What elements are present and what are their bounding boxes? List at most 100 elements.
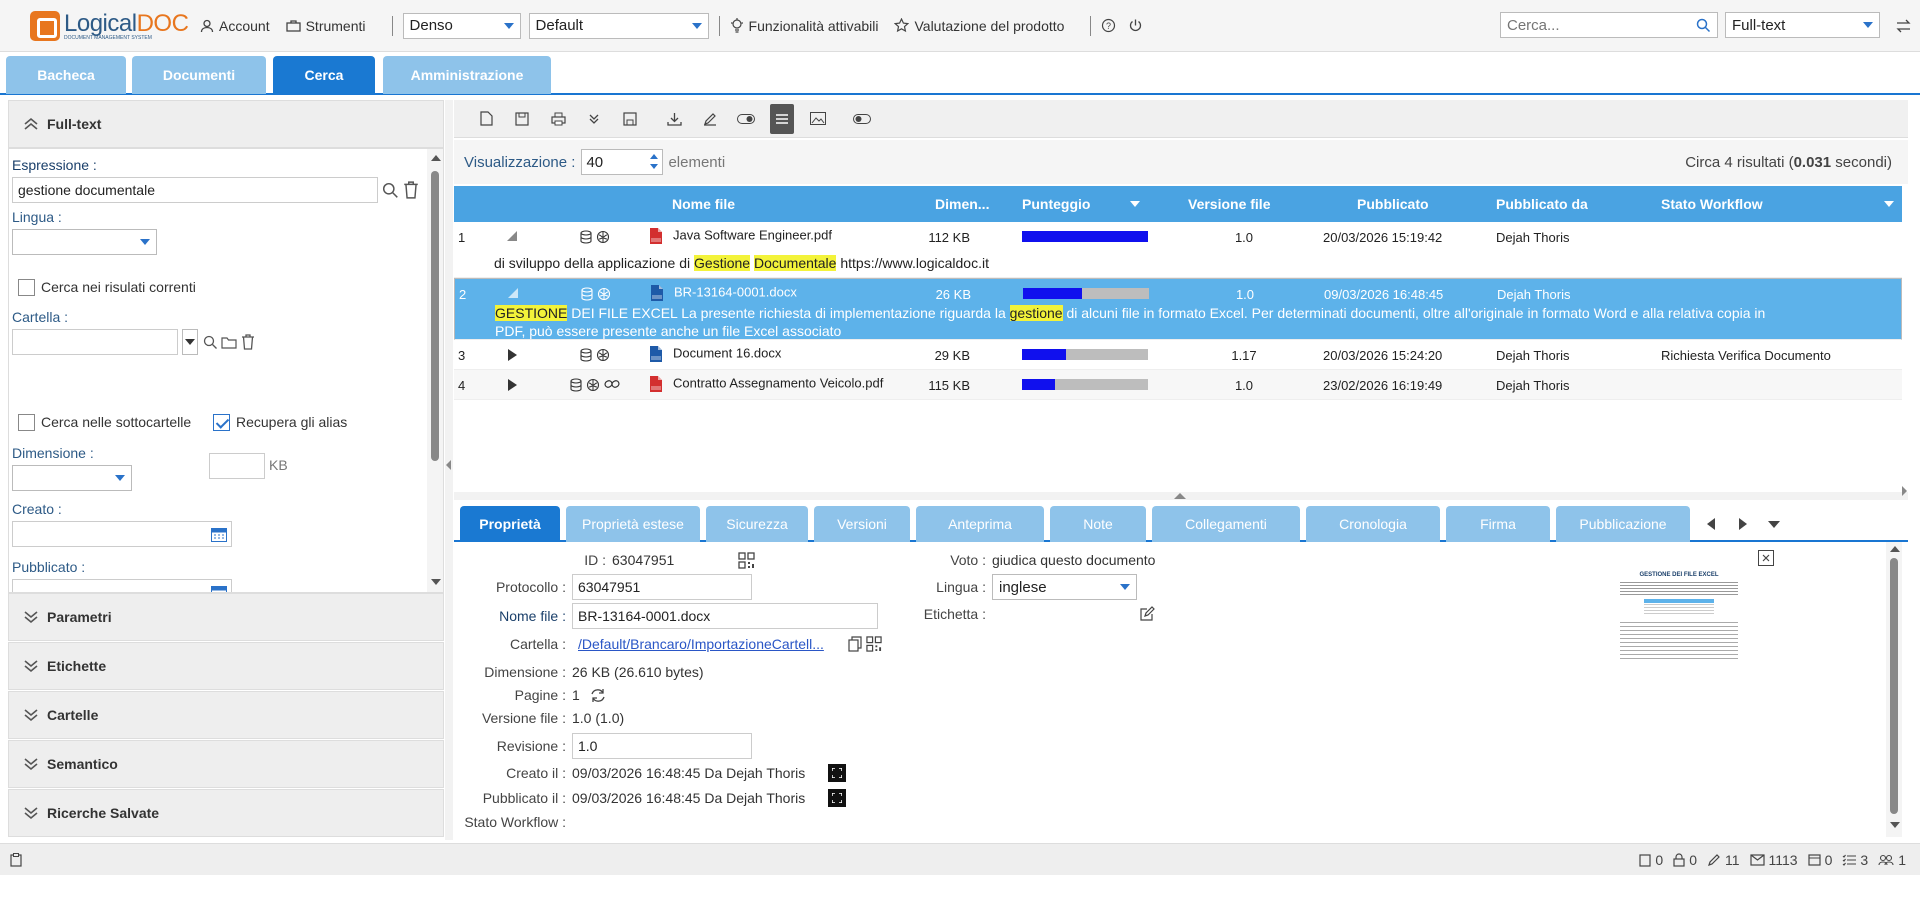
search-type-select[interactable]: Full-text	[1725, 12, 1880, 38]
scrollbar-thumb[interactable]	[1890, 558, 1898, 814]
folder-link[interactable]: /Default/Brancaro/ImportazioneCartell...	[578, 636, 824, 652]
toggle-icon[interactable]	[728, 104, 764, 134]
col-size[interactable]: Dimen...	[935, 196, 989, 212]
rating-button[interactable]: Valutazione del prodotto	[894, 18, 1064, 34]
tab-cerca[interactable]: Cerca	[273, 56, 375, 94]
created-date-input[interactable]	[12, 521, 232, 547]
vote-value[interactable]: giudica questo documento	[992, 552, 1155, 568]
trash-icon[interactable]	[403, 181, 419, 199]
swap-icon[interactable]	[1896, 19, 1911, 33]
tab-cronologia[interactable]: Cronologia	[1306, 506, 1440, 542]
tab-note[interactable]: Note	[1050, 506, 1146, 542]
expanded-icon[interactable]	[507, 287, 519, 302]
tab-versioni[interactable]: Versioni	[814, 506, 910, 542]
sort-desc-icon[interactable]	[1130, 201, 1140, 207]
row-filename[interactable]: Contratto Assegnamento Veicolo.pdf	[649, 375, 883, 393]
status-tasks[interactable]: 3	[1842, 852, 1868, 868]
search-icon[interactable]	[203, 335, 218, 350]
subfolders-checkbox[interactable]	[18, 414, 35, 431]
table-row[interactable]: 3 Document 16.docx 29 KB 1.17 20/03/2026 15:…	[454, 340, 1902, 370]
col-published[interactable]: Pubblicato	[1357, 196, 1429, 212]
status-edited[interactable]: 11	[1707, 852, 1740, 868]
status-events[interactable]: 0	[1808, 852, 1832, 868]
row-filename[interactable]: BR-13164-0001.docx	[650, 284, 797, 302]
refresh-icon[interactable]	[590, 688, 606, 703]
expand-icon[interactable]	[506, 378, 518, 395]
col-published-by[interactable]: Pubblicato da	[1496, 196, 1588, 212]
spinner-up-icon[interactable]	[650, 154, 659, 159]
language-select[interactable]: inglese	[992, 574, 1137, 600]
qrcode-icon[interactable]	[738, 552, 755, 569]
aliases-checkbox[interactable]	[213, 414, 230, 431]
tab-proprieta[interactable]: Proprietà	[460, 506, 560, 542]
scrollbar[interactable]	[1886, 542, 1902, 837]
tab-pubblicazione[interactable]: Pubblicazione	[1556, 506, 1690, 542]
col-filename[interactable]: Nome file	[672, 196, 735, 212]
logo[interactable]: LogicalDOC DOCUMENT MANAGEMENT SYSTEM	[30, 10, 200, 41]
edit-icon[interactable]	[692, 104, 728, 134]
global-search-input[interactable]	[1501, 13, 1681, 37]
search-current-checkbox[interactable]	[18, 279, 35, 296]
search-icon[interactable]	[382, 182, 399, 199]
folder-dropdown-button[interactable]	[182, 329, 198, 355]
collapse-right-handle[interactable]	[1900, 480, 1908, 504]
tab-sicurezza[interactable]: Sicurezza	[706, 506, 808, 542]
expanded-icon[interactable]	[506, 230, 518, 245]
col-workflow[interactable]: Stato Workflow	[1661, 196, 1763, 212]
col-score[interactable]: Punteggio	[1022, 196, 1090, 212]
filename-input[interactable]: BR-13164-0001.docx	[572, 603, 878, 629]
protocol-input[interactable]: 63047951	[572, 574, 752, 600]
tab-menu-icon[interactable]	[1768, 521, 1780, 528]
save-icon[interactable]	[504, 104, 540, 134]
status-locked[interactable]: 0	[1673, 852, 1697, 868]
row-filename[interactable]: Document 16.docx	[649, 345, 781, 363]
help-icon[interactable]: ?	[1101, 18, 1116, 33]
status-messages[interactable]: 1113	[1749, 852, 1798, 868]
copy-icon[interactable]	[848, 636, 863, 652]
tab-bacheca[interactable]: Bacheca	[6, 56, 126, 94]
tab-scroll-right-icon[interactable]	[1739, 518, 1747, 530]
col-version[interactable]: Versione file	[1188, 196, 1270, 212]
size-operator-select[interactable]	[12, 465, 132, 491]
density-select[interactable]: Denso	[402, 12, 521, 39]
section-semantico[interactable]: Semantico	[8, 740, 444, 788]
language-select[interactable]	[12, 229, 157, 255]
list-view-icon[interactable]	[770, 103, 794, 134]
section-cartelle[interactable]: Cartelle	[8, 691, 444, 739]
clipboard-icon[interactable]	[10, 852, 22, 867]
expand-icon[interactable]	[576, 104, 612, 134]
search-icon[interactable]	[1696, 18, 1711, 33]
gallery-view-icon[interactable]	[800, 104, 836, 134]
published-date-input[interactable]	[12, 579, 232, 592]
tab-anteprima[interactable]: Anteprima	[916, 506, 1044, 542]
calendar-icon[interactable]	[211, 527, 227, 542]
power-icon[interactable]	[1128, 18, 1143, 33]
fullscreen-icon[interactable]	[828, 764, 846, 782]
tab-collegamenti[interactable]: Collegamenti	[1152, 506, 1300, 542]
tab-proprieta-estese[interactable]: Proprietà estese	[566, 506, 700, 542]
expression-input[interactable]: gestione documentale	[12, 177, 378, 203]
scrollbar-thumb[interactable]	[431, 171, 439, 461]
fulltext-section-header[interactable]: Full-text	[8, 100, 444, 148]
document-preview[interactable]: GESTIONE DEI FILE EXCEL	[1614, 572, 1744, 672]
tab-amministrazione[interactable]: Amministrazione	[383, 56, 551, 94]
scrollbar[interactable]	[427, 149, 443, 592]
column-menu-icon[interactable]	[1884, 201, 1894, 207]
workspace-select[interactable]: Default	[528, 12, 709, 39]
tools-menu[interactable]: Strumenti	[285, 18, 366, 34]
status-clipboard[interactable]: 0	[1639, 852, 1663, 868]
section-parametri[interactable]: Parametri	[8, 593, 444, 641]
features-button[interactable]: Funzionalità attivabili	[730, 18, 878, 34]
table-row[interactable]: 4 Contratto Assegnamento Veicolo.pdf 115 K…	[454, 370, 1902, 400]
folder-input[interactable]	[12, 329, 178, 355]
view-count-spinner[interactable]: 40	[581, 149, 664, 175]
close-icon[interactable]	[1758, 550, 1774, 566]
tab-documenti[interactable]: Documenti	[132, 56, 266, 94]
print-icon[interactable]	[540, 104, 576, 134]
account-menu[interactable]: Account	[200, 18, 270, 34]
folder-icon[interactable]	[221, 336, 237, 349]
edit-icon[interactable]	[1139, 606, 1155, 622]
toggle-icon[interactable]	[844, 104, 880, 134]
horizontal-splitter[interactable]	[454, 492, 1908, 500]
fullscreen-icon[interactable]	[828, 789, 846, 807]
